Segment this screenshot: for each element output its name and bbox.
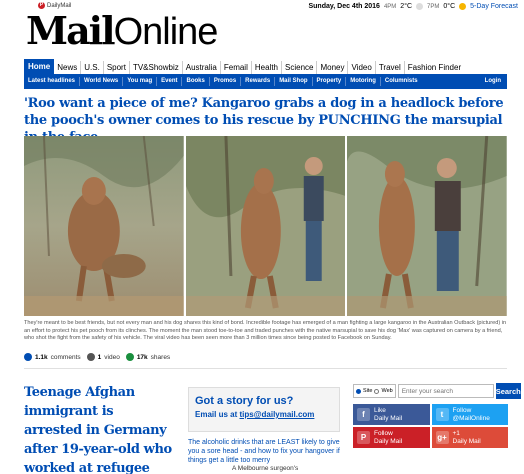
subnav-you-mag[interactable]: You mag [123, 77, 158, 86]
nav-sport[interactable]: Sport [104, 61, 130, 74]
main-nav: Home News U.S. Sport TV&Showbiz Australi… [24, 59, 507, 74]
story-photo-3[interactable] [347, 136, 508, 316]
twitter-line1: Follow [452, 407, 472, 414]
nav-travel[interactable]: Travel [376, 61, 405, 74]
subnav-columnists[interactable]: Columnists [381, 77, 422, 86]
sub-nav: Latest headlines World News You mag Even… [24, 74, 507, 89]
login-link[interactable]: Login [481, 77, 507, 86]
shares-number: 17k [136, 353, 148, 361]
pinterest-follow-button[interactable]: P Follow Daily Mail [353, 427, 430, 448]
nav-video[interactable]: Video [348, 61, 376, 74]
video-count[interactable]: 1 video [86, 353, 120, 361]
cloud-icon [416, 3, 424, 10]
facebook-like-button[interactable]: f Like Daily Mail [353, 404, 430, 425]
tip-email-prefix: Email us at [195, 410, 238, 419]
sun-icon [459, 3, 467, 10]
twitter-label: Follow @MailOnline [453, 407, 490, 422]
pinterest-line2: Daily Mail [374, 437, 403, 445]
comments-number: 1.1k [35, 353, 48, 361]
story-photo-strip[interactable] [24, 136, 508, 316]
facebook-line2: Daily Mail [374, 414, 403, 422]
sidebar-link-2[interactable]: A Melbourne surgeon's [232, 465, 298, 472]
nav-fashion-finder[interactable]: Fashion Finder [405, 61, 464, 74]
story-tip-box: Got a story for us? Email us at tips@dai… [188, 387, 340, 432]
story-photo-2[interactable] [185, 136, 346, 316]
social-follow-grid: f Like Daily Mail t Follow @MailOnline P F… [353, 404, 508, 448]
sidebar-link-1[interactable]: The alcoholic drinks that are LEAST like… [188, 438, 340, 465]
search-input[interactable] [397, 384, 494, 398]
search-opt-site: Site [363, 388, 373, 394]
facebook-icon: f [357, 408, 370, 421]
date-display: Sunday, Dec 4th 2016 [308, 3, 380, 10]
video-icon [86, 353, 95, 361]
pinterest-tile-label: Follow Daily Mail [374, 430, 402, 445]
google-plus-button[interactable]: g+ +1 Daily Mail [431, 427, 508, 448]
search-scope: Site Web [353, 384, 396, 398]
subnav-latest-headlines[interactable]: Latest headlines [24, 77, 81, 86]
twitter-line2: @MailOnline [452, 414, 490, 422]
subnav-motoring[interactable]: Motoring [346, 77, 381, 86]
weather-temp-1: 2°C [400, 3, 413, 10]
search-button[interactable]: Search [495, 383, 521, 399]
videos-number: 1 [97, 353, 102, 361]
logo-online: Online [113, 11, 219, 53]
story-photo-1[interactable] [24, 136, 184, 316]
weather-time-2: 7PM [427, 3, 440, 10]
subnav-promos[interactable]: Promos [210, 77, 242, 86]
subnav-world-news[interactable]: World News [80, 77, 124, 86]
weather-temp-2: 0°C [443, 3, 456, 10]
nav-tvshowbiz[interactable]: TV&Showbiz [130, 61, 183, 74]
section-divider [24, 368, 507, 369]
facebook-label: Like Daily Mail [374, 407, 402, 422]
subnav-books[interactable]: Books [182, 77, 210, 86]
tip-email-line: Email us at tips@dailymail.com [195, 410, 333, 419]
tip-email-link[interactable]: tips@dailymail.com [239, 410, 314, 419]
videos-label: video [104, 353, 120, 361]
comments-count[interactable]: 1.1k comments [24, 353, 81, 361]
radio-site-icon[interactable] [356, 388, 361, 394]
radio-web-icon[interactable] [374, 388, 380, 394]
pinterest-icon: P [357, 431, 370, 444]
share-bar: 1.1k comments 1 video 17k shares [24, 351, 507, 363]
google-plus-line2: Daily Mail [452, 437, 481, 445]
tip-title: Got a story for us? [195, 395, 294, 407]
google-plus-icon: g+ [435, 431, 449, 444]
google-plus-line1: +1 [452, 430, 460, 437]
comments-label: comments [50, 353, 81, 361]
weather-time-1: 4PM [383, 3, 397, 10]
weather-widget[interactable]: Sunday, Dec 4th 2016 4PM 2°C 7PM 0°C 5-D… [308, 3, 518, 10]
share-count[interactable]: 17k shares [125, 353, 171, 361]
subnav-mail-shop[interactable]: Mail Shop [275, 77, 313, 86]
google-plus-label: +1 Daily Mail [453, 430, 481, 445]
forecast-link[interactable]: 5-Day Forecast [470, 3, 518, 10]
nav-australia[interactable]: Australia [183, 61, 221, 74]
nav-news[interactable]: News [54, 61, 82, 74]
subnav-rewards[interactable]: Rewards [241, 77, 276, 86]
nav-home[interactable]: Home [24, 59, 55, 74]
nav-us[interactable]: U.S. [81, 61, 104, 74]
logo-mail: Mail [26, 8, 116, 53]
comment-icon [24, 353, 32, 361]
subnav-event[interactable]: Event [157, 77, 183, 86]
nav-femail[interactable]: Femail [221, 61, 252, 74]
share-icon [125, 353, 134, 361]
shares-label: shares [150, 353, 171, 361]
nav-health[interactable]: Health [252, 61, 282, 74]
photo-caption: They're meant to be best friends, but no… [24, 320, 507, 342]
subnav-property[interactable]: Property [313, 77, 347, 86]
facebook-line1: Like [374, 407, 386, 414]
search-opt-web: Web [381, 388, 393, 394]
twitter-follow-button[interactable]: t Follow @MailOnline [431, 404, 508, 425]
nav-science[interactable]: Science [282, 61, 318, 74]
secondary-headline[interactable]: Teenage Afghan immigrant is arrested in … [24, 383, 174, 474]
site-logo[interactable]: MailOnline [26, 11, 219, 53]
pinterest-line1: Follow [374, 430, 393, 437]
search-bar: Site Web Search [353, 383, 521, 399]
twitter-icon: t [435, 408, 449, 421]
nav-money[interactable]: Money [317, 61, 349, 74]
